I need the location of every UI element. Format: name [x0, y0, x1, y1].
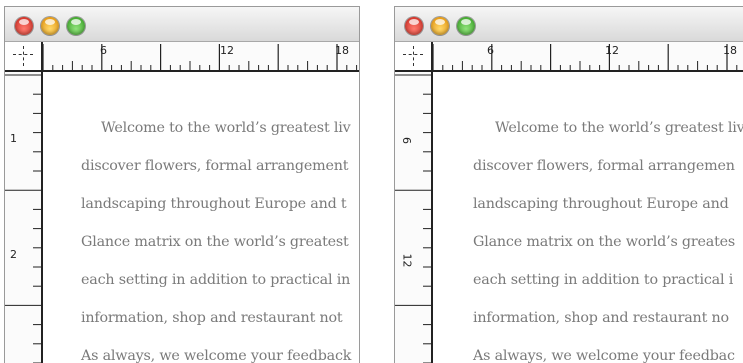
ruler-origin-icon[interactable]	[395, 42, 433, 72]
vertical-ruler[interactable]: 1 2	[5, 72, 43, 363]
vruler-label: 2	[10, 248, 17, 261]
text-line: landscaping throughout Europe and	[473, 196, 729, 212]
text-line: As always, we welcome your feedbac	[473, 348, 735, 363]
text-line: landscaping throughout Europe and t	[81, 196, 347, 212]
vertical-ruler-ticks	[395, 74, 431, 363]
horizontal-ruler[interactable]: 6 12 18	[5, 42, 359, 72]
horizontal-ruler-ticks	[432, 44, 738, 70]
horizontal-ruler[interactable]: 6 12 18	[395, 42, 743, 72]
close-button-icon[interactable]	[405, 17, 423, 35]
text-line: As always, we welcome your feedback	[81, 348, 352, 363]
title-bar[interactable]	[395, 7, 743, 42]
minimize-button-icon[interactable]	[41, 17, 59, 35]
hruler-label: 6	[487, 44, 494, 57]
document-text-area[interactable]: Welcome to the world’s greatest liv disc…	[433, 72, 743, 363]
text-line: information, shop and restaurant no	[473, 310, 729, 326]
text-line: each setting in addition to practical i	[473, 272, 734, 288]
vertical-ruler[interactable]: 6 12	[395, 72, 433, 363]
text-line: discover flowers, formal arrangemen	[473, 158, 735, 174]
hruler-label: 12	[220, 44, 234, 57]
hruler-label: 6	[100, 44, 107, 57]
vruler-label: 12	[400, 253, 414, 268]
horizontal-ruler-ticks	[42, 44, 358, 70]
hruler-label: 18	[335, 44, 349, 57]
text-line: Glance matrix on the world’s greatest	[81, 234, 349, 250]
hruler-label: 18	[723, 44, 737, 57]
text-line: information, shop and restaurant not	[81, 310, 343, 326]
vertical-ruler-ticks	[5, 74, 41, 363]
ruler-origin-icon[interactable]	[5, 42, 43, 72]
document-window-right: 6 12 18 6 12 Welcome to the world’s grea…	[394, 6, 743, 363]
text-line: discover flowers, formal arrangement	[81, 158, 349, 174]
vruler-label: 1	[10, 132, 17, 145]
document-window-left: 6 12 18 1 2 Welcome to the world’s great…	[4, 6, 360, 363]
vruler-label: 6	[400, 137, 413, 144]
minimize-button-icon[interactable]	[431, 17, 449, 35]
text-line: Welcome to the world’s greatest liv	[495, 120, 743, 136]
title-bar[interactable]	[5, 7, 359, 42]
text-line: Welcome to the world’s greatest liv	[101, 120, 351, 136]
document-text-area[interactable]: Welcome to the world’s greatest liv disc…	[43, 72, 359, 363]
zoom-button-icon[interactable]	[457, 17, 475, 35]
text-line: each setting in addition to practical in	[81, 272, 351, 288]
text-line: Glance matrix on the world’s greates	[473, 234, 736, 250]
hruler-label: 12	[605, 44, 619, 57]
zoom-button-icon[interactable]	[67, 17, 85, 35]
close-button-icon[interactable]	[15, 17, 33, 35]
